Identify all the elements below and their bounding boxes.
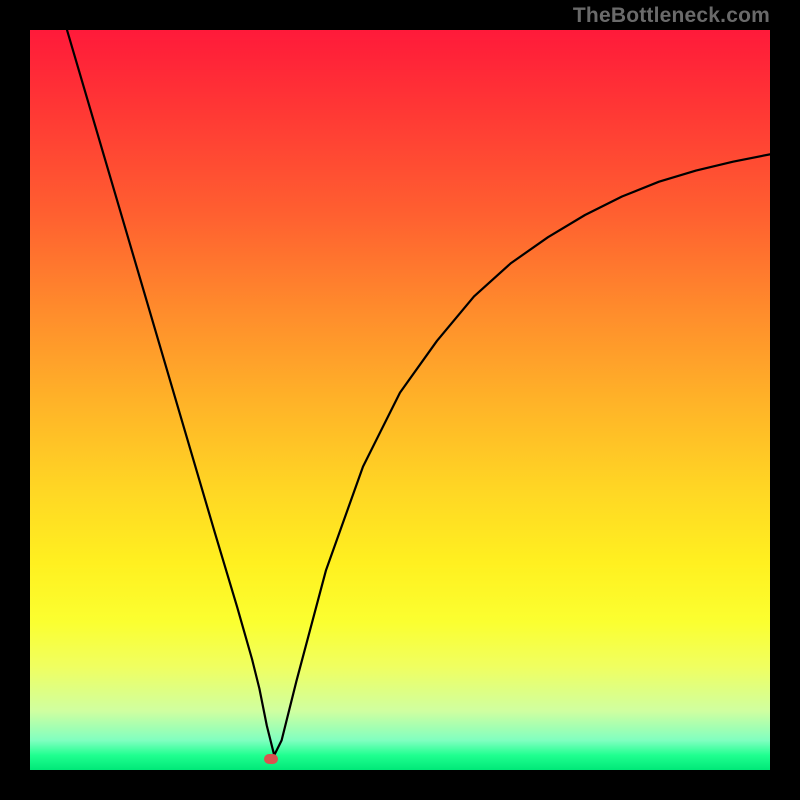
chart-container: TheBottleneck.com [0, 0, 800, 800]
bottleneck-curve [67, 30, 770, 755]
min-marker [264, 754, 278, 764]
curve-svg [30, 30, 770, 770]
plot-area [30, 30, 770, 770]
watermark-text: TheBottleneck.com [573, 4, 770, 28]
